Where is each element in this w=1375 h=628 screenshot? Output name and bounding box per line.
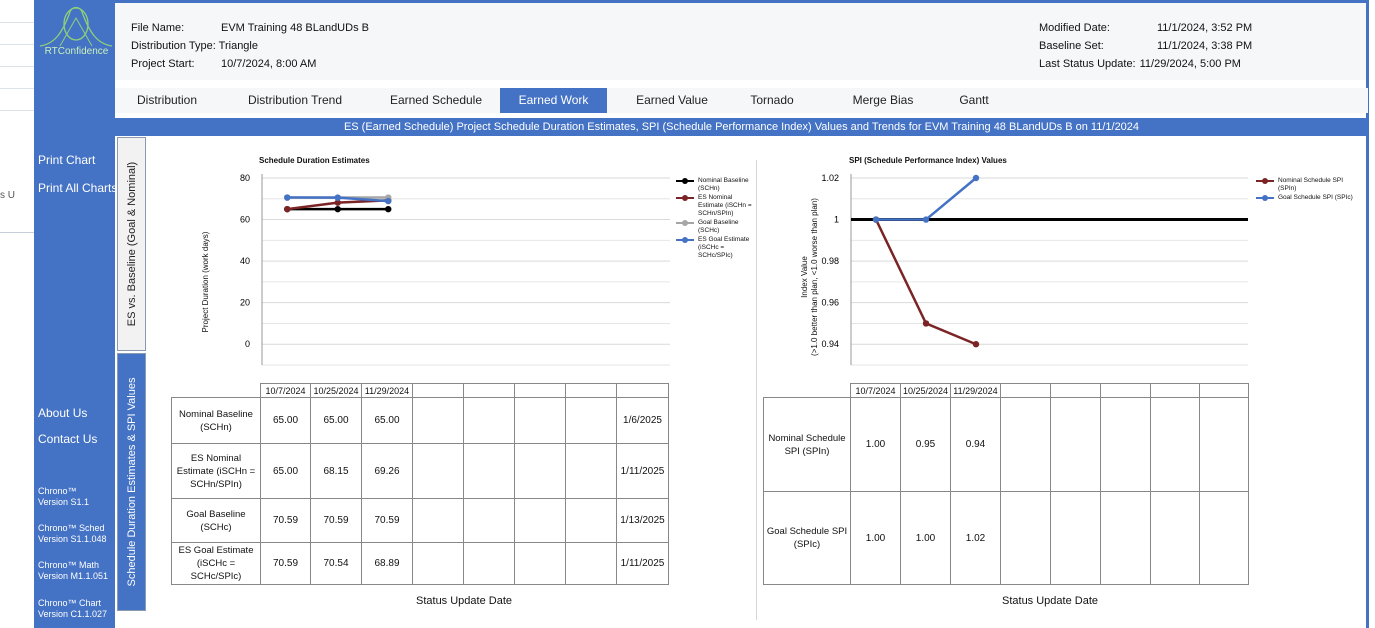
y-tick-label: 0.98 [821, 256, 839, 266]
app-window: s U RTConfidence Print Chart Print All C… [0, 0, 1375, 628]
logo-mark-icon [39, 6, 113, 47]
contact-us-link[interactable]: Contact Us [38, 432, 97, 446]
data-point [284, 205, 291, 213]
tab-bar: Distribution Distribution Trend Earned S… [115, 88, 1368, 113]
data-point [872, 216, 880, 223]
duration-data-table: 10/7/2024 10/25/2024 11/29/2024 Nominal Ba… [171, 383, 669, 585]
spi-chart-title: SPI (Schedule Performance Index) Values [849, 156, 1007, 165]
legend-item-nominal-spi: Nominal Schedule SPI (SPIn) [1256, 177, 1356, 193]
legend-item-es-nominal-estimate: ES Nominal Estimate (iSCHn = SCHn/SPIn) [676, 194, 758, 218]
about-us-link[interactable]: About Us [38, 406, 87, 420]
y-tick-label: 80 [240, 173, 250, 183]
duration-chart-legend: Nominal Baseline (SCHn) ES Nominal Estim… [676, 177, 758, 261]
y-tick-label: 40 [240, 256, 250, 266]
data-point [972, 341, 980, 348]
data-point [922, 320, 930, 327]
legend-item-es-goal-estimate: ES Goal Estimate (iSCHc = SCHc/SPIc) [676, 236, 758, 260]
tab-earned-value[interactable]: Earned Value [625, 88, 719, 113]
duration-chart-ylabel: Project Duration (work days) [201, 231, 210, 333]
table-row: Nominal Schedule SPI (SPIn) 1.00 0.95 0.94 [763, 397, 1249, 492]
data-point [385, 197, 392, 205]
duration-chart-title: Schedule Duration Estimates [259, 156, 370, 165]
y-tick-label: 60 [240, 215, 250, 225]
data-point [385, 205, 392, 213]
logo-text: RTConfidence [44, 46, 109, 57]
modified-date: 11/1/2024, 3:52 PM [1157, 22, 1253, 34]
tab-gantt[interactable]: Gantt [951, 88, 997, 113]
y-tick-label: 20 [240, 298, 250, 308]
table-row: ES Goal Estimate (iSCHc = SCHc/SPIc) 70.… [171, 542, 669, 585]
file-info-right: Modified Date: 11/1/2024, 3:52 PM Baselin… [1039, 22, 1253, 70]
data-point [334, 194, 341, 201]
vtab-es-vs-baseline[interactable]: ES vs. Baseline (Goal & Nominal) [117, 137, 146, 351]
legend-item-nominal-baseline: Nominal Baseline (SCHn) [676, 177, 758, 193]
data-point [922, 216, 930, 223]
tab-merge-bias[interactable]: Merge Bias [841, 88, 925, 113]
data-point [334, 205, 341, 213]
sidebar: RTConfidence Print Chart Print All Chart… [34, 0, 117, 628]
vtab-schedule-duration-spi[interactable]: Schedule Duration Estimates & SPI Values [117, 353, 146, 611]
legend-item-goal-spi: Goal Schedule SPI (SPIc) [1256, 194, 1356, 202]
y-tick-label: 0.96 [821, 298, 839, 308]
spi-chart-xlabel: Status Update Date [1002, 595, 1099, 607]
tab-distribution-trend[interactable]: Distribution Trend [236, 88, 354, 113]
file-name: EVM Training 48 BLandUDs B [221, 22, 369, 34]
data-point [284, 194, 291, 201]
duration-chart-xlabel: Status Update Date [416, 595, 513, 607]
y-tick-label: 1.02 [821, 173, 839, 183]
file-info-left: File Name: EVM Training 48 BLandUDs B Dis… [131, 22, 369, 70]
data-point [972, 174, 980, 182]
tab-earned-work[interactable]: Earned Work [500, 88, 607, 113]
version-chrono-math: Chrono™ Math Version M1.1.051 [38, 560, 109, 581]
spi-chart-legend: Nominal Schedule SPI (SPIn) Goal Schedul… [1256, 177, 1356, 203]
version-chrono-chart: Chrono™ Chart Version C1.1.027 [38, 598, 108, 619]
legend-item-goal-baseline: Goal Baseline (SCHc) [676, 219, 758, 235]
distribution-type: Triangle [218, 40, 258, 52]
table-row: Goal Schedule SPI (SPIc) 1.00 1.00 1.02 [763, 491, 1249, 585]
background-text-fragment: s U [0, 190, 15, 201]
spi-chart: 1.02 1 0.98 0.96 0.94 [821, 173, 1248, 366]
version-chrono: Chrono™ Version S1.1 [38, 486, 90, 507]
tab-tornado[interactable]: Tornado [740, 88, 804, 113]
print-all-charts-link[interactable]: Print All Charts [38, 181, 117, 195]
tab-distribution[interactable]: Distribution [125, 88, 209, 113]
table-row: Goal Baseline (SCHc) 70.59 70.59 70.59 1/1… [171, 498, 669, 543]
y-tick-label: 0.94 [821, 339, 839, 349]
duration-chart: 80 60 40 20 0 [240, 173, 670, 366]
logo: RTConfidence [36, 4, 114, 62]
version-chrono-sched: Chrono™ Sched Version S1.1.048 [38, 523, 107, 544]
tab-earned-schedule[interactable]: Earned Schedule [377, 88, 495, 113]
last-status-update: 11/29/2024, 5:00 PM [1139, 58, 1241, 70]
project-start: 10/7/2024, 8:00 AM [221, 58, 317, 70]
spi-data-table: 10/7/2024 10/25/2024 11/29/2024 Nominal Sc… [763, 383, 1249, 585]
y-tick-label: 0 [245, 339, 250, 349]
chart-page-title: ES (Earned Schedule) Project Schedule Du… [115, 118, 1368, 136]
y-tick-label: 1 [834, 215, 839, 225]
background-window: s U [0, 0, 40, 628]
table-row: Nominal Baseline (SCHn) 65.00 65.00 65.00 … [171, 397, 669, 444]
table-row: ES Nominal Estimate (iSCHn = SCHn/SPIn) … [171, 443, 669, 499]
print-chart-link[interactable]: Print Chart [38, 153, 95, 167]
baseline-set: 11/1/2024, 3:38 PM [1157, 40, 1253, 52]
file-info-header: File Name: EVM Training 48 BLandUDs B Dis… [115, 0, 1368, 80]
